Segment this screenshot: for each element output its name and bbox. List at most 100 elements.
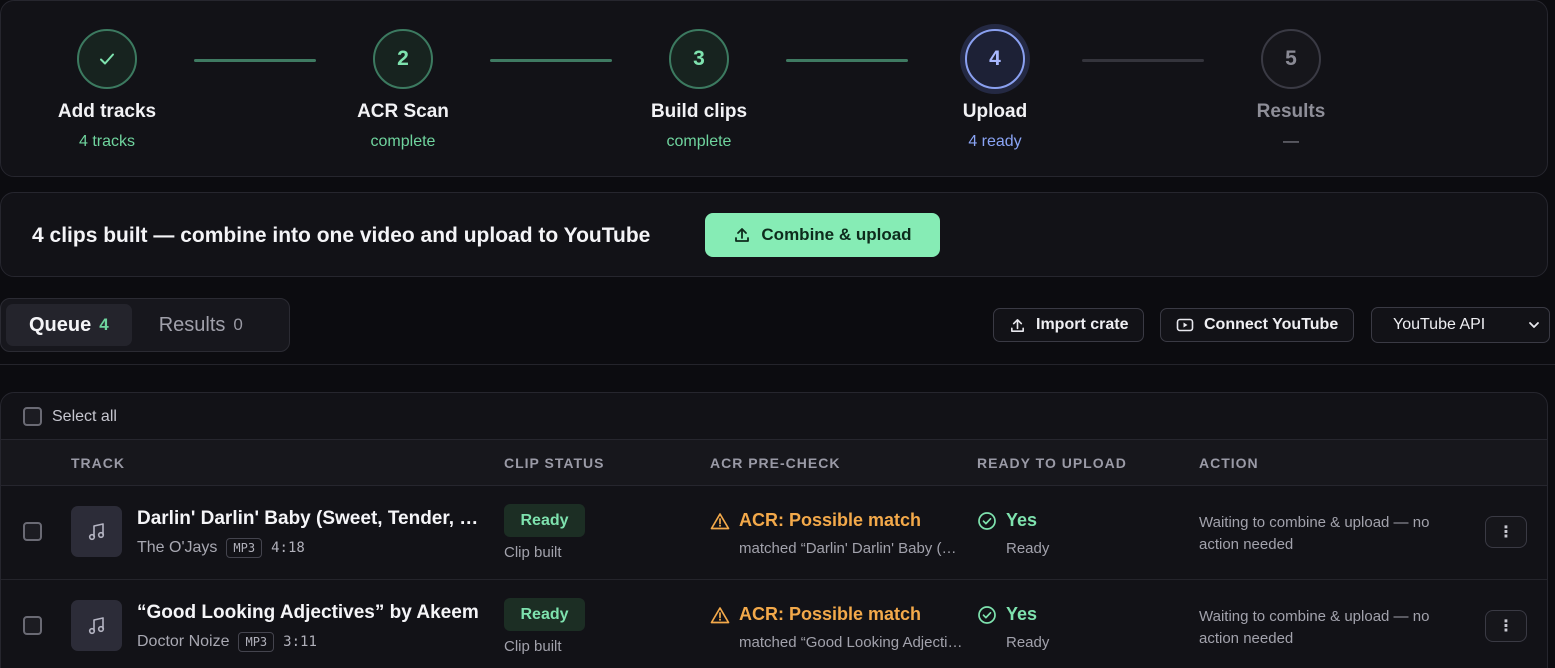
upload-icon: [1011, 318, 1024, 332]
acr-status-label: ACR: Possible match: [739, 510, 922, 530]
step-sub: 4 ready: [968, 133, 1022, 150]
section-divider: [0, 364, 1555, 365]
track-artist: Doctor Noize: [137, 633, 230, 650]
music-note-icon: [88, 522, 104, 540]
combine-upload-label: Combine & upload: [761, 225, 912, 244]
step-sub: 4 tracks: [78, 133, 135, 150]
import-crate-label: Import crate: [1036, 316, 1129, 333]
ready-label: Yes: [1006, 510, 1038, 530]
format-badge: MP3: [238, 632, 275, 652]
tab-queue[interactable]: Queue 4: [6, 304, 132, 346]
step-label: Upload: [962, 101, 1028, 122]
step-add-tracks[interactable]: Add tracks 4 tracks: [7, 29, 207, 151]
step-connector: [194, 59, 316, 62]
select-all-label: Select all: [52, 407, 117, 425]
step-label: Add tracks: [57, 101, 157, 122]
import-crate-button[interactable]: Import crate: [993, 308, 1145, 342]
step-1-circle: [77, 29, 137, 89]
step-4-circle: 4: [965, 29, 1025, 89]
track-duration: 3:11: [283, 634, 317, 650]
step-label: Results: [1256, 101, 1326, 122]
clip-status-badge: Ready: [504, 504, 585, 537]
track-thumbnail: [71, 600, 122, 651]
step-build-clips[interactable]: 3 Build clips complete: [599, 29, 799, 151]
format-badge: MP3: [226, 538, 263, 558]
row-checkbox[interactable]: [23, 522, 42, 541]
row-menu-button[interactable]: ⋮: [1485, 610, 1527, 642]
acr-status: ACR: Possible match: [710, 604, 921, 625]
action-text: Waiting to combine & upload — no action …: [1199, 514, 1430, 553]
table-row[interactable]: “Good Looking Adjectives” by Akeem Docto…: [1, 580, 1547, 668]
acr-status-label: ACR: Possible match: [739, 604, 922, 624]
track-title: “Good Looking Adjectives” by Akeem: [137, 602, 479, 623]
more-vertical-icon: ⋮: [1498, 618, 1514, 635]
track-title: Darlin' Darlin' Baby (Sweet, Tender, Lov…: [137, 508, 489, 529]
ready-label: Yes: [1006, 604, 1038, 624]
select-all[interactable]: Select all: [23, 407, 117, 426]
step-connector: [786, 59, 908, 62]
ready-sub: Ready: [1006, 540, 1050, 557]
track-artist: The O'Jays: [137, 539, 218, 556]
table-row[interactable]: Darlin' Darlin' Baby (Sweet, Tender, Lov…: [1, 486, 1547, 580]
tab-label: Queue: [29, 313, 92, 336]
more-vertical-icon: ⋮: [1498, 524, 1514, 541]
step-label: Build clips: [650, 101, 748, 122]
track-meta: The O'Jays MP3 4:18: [137, 538, 305, 558]
tab-count: 0: [233, 315, 243, 334]
column-header-ready[interactable]: READY TO UPLOAD: [977, 455, 1127, 471]
warning-icon: [710, 606, 730, 623]
step-2-circle: 2: [373, 29, 433, 89]
combine-message: 4 clips built — combine into one video a…: [32, 224, 651, 247]
ready-status: Yes: [977, 510, 1037, 531]
action-text: Waiting to combine & upload — no action …: [1199, 608, 1430, 647]
ready-sub: Ready: [1006, 634, 1050, 651]
upload-method-select[interactable]: YouTube API: [1371, 307, 1550, 343]
clip-status-badge: Ready: [504, 598, 585, 631]
check-circle-icon: [978, 605, 996, 624]
select-all-checkbox[interactable]: [23, 407, 42, 426]
acr-status: ACR: Possible match: [710, 510, 921, 531]
check-circle-icon: [978, 511, 996, 530]
step-sub: —: [1283, 133, 1299, 150]
tab-results[interactable]: Results 0: [136, 304, 266, 346]
table-header: TRACK CLIP STATUS ACR PRE-CHECK READY TO…: [1, 439, 1547, 486]
track-meta: Doctor Noize MP3 3:11: [137, 632, 317, 652]
step-connector: [1082, 59, 1204, 62]
connect-youtube-button[interactable]: Connect YouTube: [1160, 308, 1355, 342]
clip-status-sub: Clip built: [504, 544, 562, 561]
youtube-icon: [1176, 318, 1194, 332]
warning-icon: [710, 512, 730, 529]
ready-status: Yes: [977, 604, 1037, 625]
column-header-action[interactable]: ACTION: [1199, 455, 1259, 471]
row-menu-button[interactable]: ⋮: [1485, 516, 1527, 548]
music-note-icon: [88, 616, 104, 634]
row-checkbox[interactable]: [23, 616, 42, 635]
step-upload[interactable]: 4 Upload 4 ready: [895, 29, 1095, 151]
step-3-circle: 3: [669, 29, 729, 89]
step-label: ACR Scan: [357, 101, 449, 122]
tab-count: 4: [99, 315, 109, 334]
column-header-track[interactable]: TRACK: [71, 455, 125, 471]
acr-match-text: matched “Darlin' Darlin' Baby (Sweet, Te…: [739, 540, 966, 557]
column-header-clip-status[interactable]: CLIP STATUS: [504, 455, 604, 471]
tracks-table: Select all TRACK CLIP STATUS ACR PRE-CHE…: [0, 392, 1548, 668]
step-sub: complete: [370, 133, 436, 150]
step-connector: [490, 59, 612, 62]
step-sub: complete: [666, 133, 732, 150]
progress-stepper: Add tracks 4 tracks 2 ACR Scan complete …: [0, 0, 1548, 177]
track-duration: 4:18: [271, 540, 305, 556]
upload-method-value: YouTube API: [1393, 316, 1486, 333]
step-acr-scan[interactable]: 2 ACR Scan complete: [303, 29, 503, 151]
combine-banner: 4 clips built — combine into one video a…: [0, 192, 1548, 277]
step-results[interactable]: 5 Results —: [1191, 29, 1391, 151]
step-5-circle: 5: [1261, 29, 1321, 89]
view-tabs: Queue 4 Results 0: [0, 298, 290, 352]
connect-youtube-label: Connect YouTube: [1204, 316, 1339, 333]
upload-icon: [735, 228, 750, 242]
clip-status-sub: Clip built: [504, 638, 562, 655]
combine-upload-button[interactable]: Combine & upload: [705, 213, 940, 257]
tab-label: Results: [158, 313, 226, 336]
acr-match-text: matched “Good Looking Adjectives”: [739, 634, 966, 651]
column-header-acr-precheck[interactable]: ACR PRE-CHECK: [710, 455, 840, 471]
chevron-down-icon: [1529, 322, 1539, 328]
